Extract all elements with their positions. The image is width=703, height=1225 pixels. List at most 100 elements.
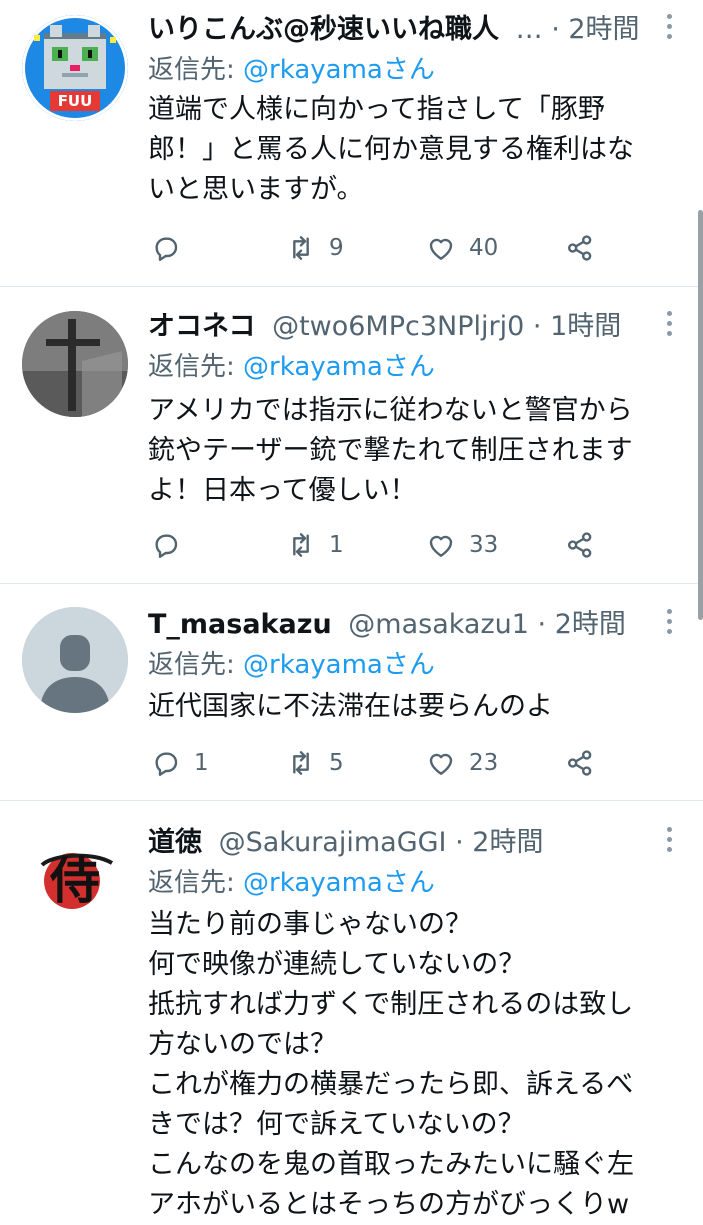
default-avatar-icon: [22, 607, 128, 713]
timestamp[interactable]: 2時間: [555, 609, 626, 640]
retweet-count: 1: [329, 532, 344, 558]
reply-icon: [155, 534, 178, 558]
scrollbar[interactable]: [698, 210, 703, 620]
avatar-label: 侍: [50, 851, 100, 910]
share-icon: [568, 235, 592, 261]
retweet-button[interactable]: 5: [285, 743, 344, 783]
avatar[interactable]: 侍: [22, 825, 128, 931]
user-handle[interactable]: @masakazu1: [348, 609, 529, 640]
text-line: アメリカでは指示に従わないと警官から: [148, 395, 633, 426]
text-line: 道端で人様に向かって指さして「豚野: [148, 94, 605, 125]
retweet-icon: [293, 751, 309, 775]
text-line: 近代国家に不法滞在は要らんのよ: [148, 691, 553, 722]
more-icon[interactable]: [665, 827, 673, 857]
like-count: 23: [469, 750, 499, 776]
text-line: これが権力の横暴だったら即、訴えるべ: [148, 1069, 634, 1100]
tweet-text: アメリカでは指示に従わないと警官から 銃やテーザー銃で撃たれて制圧されます よ！…: [148, 391, 668, 511]
text-line: いと思いますが。: [148, 174, 364, 205]
reply-to-line: 返信先: @rkayamaさん: [148, 865, 435, 901]
like-icon: [429, 238, 453, 260]
like-button[interactable]: 40: [425, 228, 498, 268]
text-line: 何で映像が連続していないの？: [148, 949, 526, 980]
mention-link[interactable]: @rkayamaさん: [243, 352, 435, 382]
like-icon: [429, 753, 453, 775]
timestamp[interactable]: 1時間: [550, 311, 621, 342]
timestamp[interactable]: 2時間: [472, 827, 543, 858]
tweet-text: 当たり前の事じゃないの？ 何で映像が連続していないの？ 抵抗すれば力ずくで制圧さ…: [148, 905, 668, 1225]
reply-count: 1: [194, 750, 209, 776]
action-bar: 1 5 23: [150, 743, 610, 783]
display-name[interactable]: 道徳: [148, 827, 202, 858]
retweet-button[interactable]: 1: [285, 525, 344, 565]
more-icon[interactable]: [665, 311, 673, 341]
cross-photo-icon: [22, 311, 128, 417]
separator-dot: ·: [455, 827, 473, 858]
share-button[interactable]: [564, 743, 596, 783]
reply-prefix: 返信先:: [148, 55, 244, 85]
tweet-header: オコネコ @two6MPc3NPljrj0 · 1時間: [148, 307, 683, 347]
tweet-header: 道徳 @SakurajimaGGI · 2時間: [148, 823, 683, 863]
share-icon: [568, 750, 592, 776]
tweet-header: いりこんぶ@秒速いいね職人 … · 2時間: [148, 10, 683, 50]
action-bar: 9 40: [150, 228, 610, 268]
mention-link[interactable]: @rkayamaさん: [243, 868, 435, 898]
like-button[interactable]: 33: [425, 525, 498, 565]
separator-dot: ·: [537, 609, 555, 640]
more-icon[interactable]: [665, 14, 673, 44]
more-icon[interactable]: [665, 609, 673, 639]
reply-prefix: 返信先:: [148, 352, 244, 382]
reply-button[interactable]: [150, 228, 194, 268]
avatar-label: FUU: [57, 92, 93, 110]
timestamp[interactable]: 2時間: [568, 14, 639, 45]
tweet-4[interactable]: 侍 道徳 @SakurajimaGGI · 2時間 返信先: @rkayamaさ…: [0, 813, 703, 1220]
share-button[interactable]: [564, 525, 596, 565]
avatar[interactable]: FUU: [22, 15, 128, 121]
avatar[interactable]: [22, 607, 128, 713]
tweet-1[interactable]: FUU いりこんぶ@秒速いいね職人 … · 2時間 返信先: @rkayamaさ…: [0, 0, 703, 287]
display-name[interactable]: いりこんぶ@秒速いいね職人: [148, 14, 499, 45]
display-name[interactable]: オコネコ: [148, 311, 255, 342]
avatar[interactable]: [22, 311, 128, 417]
user-handle[interactable]: @two6MPc3NPljrj0: [272, 311, 524, 342]
retweet-button[interactable]: 9: [285, 228, 344, 268]
tweet-text: 近代国家に不法滞在は要らんのよ: [148, 687, 668, 727]
user-handle[interactable]: …: [516, 14, 543, 45]
tweet-divider: [0, 286, 703, 287]
user-handle[interactable]: @SakurajimaGGI: [219, 827, 447, 858]
text-line: よ！日本って優しい！: [148, 475, 417, 506]
like-count: 33: [469, 532, 499, 558]
share-button[interactable]: [564, 228, 596, 268]
reply-to-line: 返信先: @rkayamaさん: [148, 349, 435, 385]
text-line: こんなのを鬼の首取ったみたいに騒ぐ左: [148, 1149, 634, 1180]
text-line: 当たり前の事じゃないの？: [148, 909, 472, 940]
text-line: きでは？何で訴えていないの？: [148, 1109, 525, 1140]
like-count: 40: [469, 235, 499, 261]
text-line: 銃やテーザー銃で撃たれて制圧されます: [148, 435, 633, 466]
separator-dot: ·: [532, 311, 551, 342]
like-icon: [429, 535, 453, 557]
retweet-icon: [293, 236, 309, 260]
retweet-icon: [293, 533, 309, 557]
mention-link[interactable]: @rkayamaさん: [243, 650, 435, 680]
text-line: アホがいるとはそっちの方がびっくりw: [148, 1189, 630, 1220]
share-icon: [568, 532, 592, 558]
reply-button[interactable]: [150, 525, 194, 565]
text-line: 方ないのでは？: [148, 1029, 337, 1060]
reply-icon: [155, 237, 178, 261]
tweet-header: T_masakazu @masakazu1 · 2時間: [148, 605, 683, 645]
reply-prefix: 返信先:: [148, 868, 244, 898]
mention-link[interactable]: @rkayamaさん: [243, 55, 435, 85]
display-name[interactable]: T_masakazu: [148, 609, 332, 640]
reply-prefix: 返信先:: [148, 650, 244, 680]
tweet-divider: [0, 583, 703, 584]
tweet-text: 道端で人様に向かって指さして「豚野 郎！」と罵る人に何か意見する権利はな いと思…: [148, 90, 668, 210]
reply-icon: [155, 752, 178, 776]
action-bar: 1 33: [150, 525, 610, 565]
reply-button[interactable]: 1: [150, 743, 209, 783]
reply-to-line: 返信先: @rkayamaさん: [148, 647, 435, 683]
tweet-3[interactable]: T_masakazu @masakazu1 · 2時間 返信先: @rkayam…: [0, 595, 703, 801]
like-button[interactable]: 23: [425, 743, 498, 783]
tweet-2[interactable]: オコネコ @two6MPc3NPljrj0 · 1時間 返信先: @rkayam…: [0, 297, 703, 584]
text-line: 郎！」と罵る人に何か意見する権利はな: [148, 134, 634, 165]
tweet-divider: [0, 800, 703, 801]
